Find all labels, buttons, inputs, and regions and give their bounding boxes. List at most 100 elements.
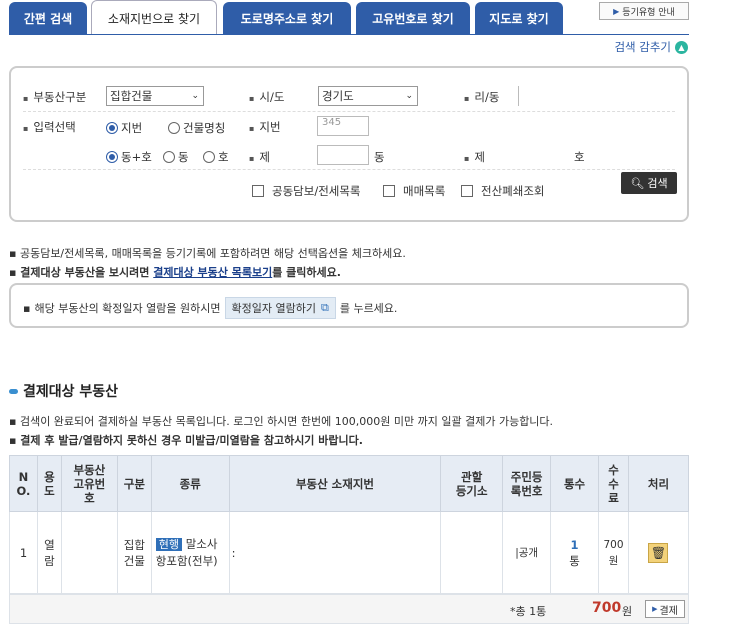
note-text: 를 누르세요. bbox=[339, 302, 398, 315]
collapse-search-toggle[interactable]: 검색 감추기 ▲ bbox=[614, 39, 688, 55]
radio-dong-dot bbox=[163, 151, 175, 163]
radio-jibun[interactable]: 지번 bbox=[106, 120, 142, 136]
search-button[interactable]: 🔍︎ 검색 bbox=[621, 172, 677, 194]
payment-table: N O. 용 도 부동산 고유번 호 구분 종류 부동산 소재지번 관할 등기소… bbox=[9, 455, 690, 594]
arrow-right-icon: ▶ bbox=[613, 6, 620, 16]
radio-dong[interactable]: 동 bbox=[163, 149, 189, 165]
tab-underline bbox=[9, 34, 689, 35]
checkbox-closed[interactable]: 전산폐쇄조회 bbox=[461, 183, 544, 199]
dong-suffix: 동 bbox=[374, 150, 385, 164]
checkbox-collateral[interactable]: 공동담보/전세목록 bbox=[252, 183, 361, 199]
radio-jibun-label: 지번 bbox=[121, 121, 143, 135]
arrow-right-icon: ▶ bbox=[652, 605, 658, 613]
table-header-row: N O. 용 도 부동산 고유번 호 구분 종류 부동산 소재지번 관할 등기소… bbox=[9, 455, 690, 512]
chevron-down-icon: ⌄ bbox=[191, 91, 199, 101]
col-registry: 관할 등기소 bbox=[440, 455, 504, 512]
cell-unique-no bbox=[60, 511, 118, 594]
cell-action: 🗑︎ bbox=[627, 511, 690, 594]
total-count: *총 1통 bbox=[510, 605, 547, 618]
count-value[interactable]: 1 bbox=[571, 538, 579, 552]
note-include-lists: ▪ 공동담보/전세목록, 매매목록을 등기기록에 포함하려면 해당 선택옵션을 … bbox=[9, 247, 406, 260]
payment-list-link[interactable]: 결제대상 부동산 목록보기 bbox=[153, 266, 272, 279]
ri-dong-label: 리/동 bbox=[464, 89, 499, 105]
search-icon: 🔍︎ bbox=[630, 176, 645, 190]
section-title-text: 결제대상 부동산 bbox=[23, 384, 119, 400]
col-count: 통수 bbox=[550, 455, 600, 512]
radio-building-dot bbox=[168, 122, 180, 134]
divider bbox=[23, 111, 675, 112]
sido-label: 시/도 bbox=[249, 89, 284, 105]
bullet-icon bbox=[9, 388, 18, 394]
section-desc-2: ▪ 결제 후 발급/열람하지 못하신 경우 미발급/미열람을 참고하시기 바랍니… bbox=[9, 434, 363, 447]
dong-input[interactable] bbox=[317, 145, 369, 165]
property-type-select[interactable]: 집합건물 ⌄ bbox=[106, 86, 204, 106]
tab-map[interactable]: 지도로 찾기 bbox=[475, 2, 563, 34]
input-select-label: 입력선택 bbox=[23, 119, 75, 135]
tab-label: 지도로 찾기 bbox=[489, 11, 549, 26]
chevron-down-icon: ⌄ bbox=[405, 91, 413, 101]
confirm-date-note: ▪ 해당 부동산의 확정일자 열람을 원하시면 확정일자 열람하기 ⧉ 를 누르… bbox=[23, 297, 397, 319]
checkbox-closed-label: 전산폐쇄조회 bbox=[481, 184, 545, 198]
cell-address: : bbox=[228, 511, 442, 594]
cell-resident-no: |공개 bbox=[502, 511, 552, 594]
tab-road-address[interactable]: 도로명주소로 찾기 bbox=[223, 2, 351, 34]
cell-fee: 700 원 bbox=[598, 511, 629, 594]
property-type-value: 집합건물 bbox=[110, 89, 153, 103]
external-link-icon: ⧉ bbox=[320, 301, 329, 314]
col-address: 부동산 소재지번 bbox=[228, 455, 442, 512]
tab-label: 간편 검색 bbox=[23, 11, 73, 26]
radio-building-name[interactable]: 건물명칭 bbox=[168, 120, 225, 136]
chevron-up-icon: ▲ bbox=[675, 40, 688, 54]
note-text: 검색이 완료되어 결제하실 부동산 목록입니다. 로그인 하시면 한번에 100… bbox=[19, 415, 554, 428]
checkbox-trade[interactable]: 매매목록 bbox=[383, 183, 445, 199]
pay-button[interactable]: ▶ 결제 bbox=[645, 600, 685, 618]
sido-select[interactable]: 경기도 ⌄ bbox=[318, 86, 418, 106]
jibun-input[interactable]: 345 bbox=[317, 116, 369, 136]
radio-dong-label: 동 bbox=[178, 150, 189, 164]
registry-guide-button[interactable]: ▶ 등기유형 안내 bbox=[599, 2, 689, 20]
radio-ho[interactable]: 호 bbox=[203, 149, 229, 165]
search-form: 부동산구분 집합건물 ⌄ 시/도 경기도 ⌄ 리/동 입력선택 지번 건물명칭 … bbox=[9, 66, 689, 222]
radio-dong-ho[interactable]: 동+호 bbox=[106, 149, 152, 165]
tab-simple-search[interactable]: 간편 검색 bbox=[9, 2, 87, 34]
col-use: 용 도 bbox=[36, 455, 62, 512]
checkbox-collateral-label: 공동담보/전세목록 bbox=[272, 184, 361, 198]
cell-no: 1 bbox=[9, 511, 38, 594]
col-kind: 종류 bbox=[150, 455, 230, 512]
col-unique-no: 부동산 고유번 호 bbox=[60, 455, 118, 512]
note-text: 결제 후 발급/열람하지 못하신 경우 미발급/미열람을 참고하시기 바랍니다. bbox=[20, 434, 363, 447]
radio-building-label: 건물명칭 bbox=[183, 121, 226, 135]
property-type-label: 부동산구분 bbox=[23, 89, 86, 105]
guide-label: 등기유형 안내 bbox=[622, 7, 675, 18]
note-text: 를 클릭하세요. bbox=[272, 266, 341, 279]
note-text: 해당 부동산의 확정일자 열람을 원하시면 bbox=[34, 302, 221, 315]
radio-dongho-label: 동+호 bbox=[121, 150, 152, 164]
sido-value: 경기도 bbox=[322, 89, 354, 103]
col-category: 구분 bbox=[116, 455, 152, 512]
col-resident-no: 주민등 록번호 bbox=[502, 455, 552, 512]
col-action: 처리 bbox=[627, 455, 690, 512]
ri-dong-field[interactable] bbox=[518, 86, 523, 106]
collapse-label: 검색 감추기 bbox=[614, 40, 671, 54]
trash-icon[interactable]: 🗑︎ bbox=[648, 542, 669, 563]
col-no: N O. bbox=[9, 455, 38, 512]
tab-jibun-search[interactable]: 소재지번으로 찾기 bbox=[91, 0, 217, 35]
tab-label: 소재지번으로 찾기 bbox=[107, 11, 201, 26]
cell-category: 집합 건물 bbox=[116, 511, 152, 594]
je2-label: 제 bbox=[464, 149, 485, 165]
tab-unique-number[interactable]: 고유번호로 찾기 bbox=[356, 2, 470, 34]
tab-label: 도로명주소로 찾기 bbox=[240, 11, 334, 26]
checkbox-box bbox=[252, 185, 264, 197]
divider bbox=[23, 169, 675, 170]
note-payment-list: ▪ 결제대상 부동산을 보시려면 결제대상 부동산 목록보기를 클릭하세요. bbox=[9, 266, 341, 279]
confirm-date-view-button[interactable]: 확정일자 열람하기 ⧉ bbox=[224, 297, 336, 319]
checkbox-box bbox=[461, 185, 473, 197]
pay-button-label: 결제 bbox=[659, 605, 678, 617]
total-unit: 원 bbox=[622, 605, 633, 618]
radio-dongho-dot bbox=[106, 151, 118, 163]
section-desc-1: ▪ 검색이 완료되어 결제하실 부동산 목록입니다. 로그인 하시면 한번에 1… bbox=[9, 415, 554, 428]
button-label: 확정일자 열람하기 bbox=[231, 302, 316, 315]
checkbox-box bbox=[383, 185, 395, 197]
jibun-label: 지번 bbox=[249, 119, 280, 135]
section-title: 결제대상 부동산 bbox=[9, 381, 118, 401]
